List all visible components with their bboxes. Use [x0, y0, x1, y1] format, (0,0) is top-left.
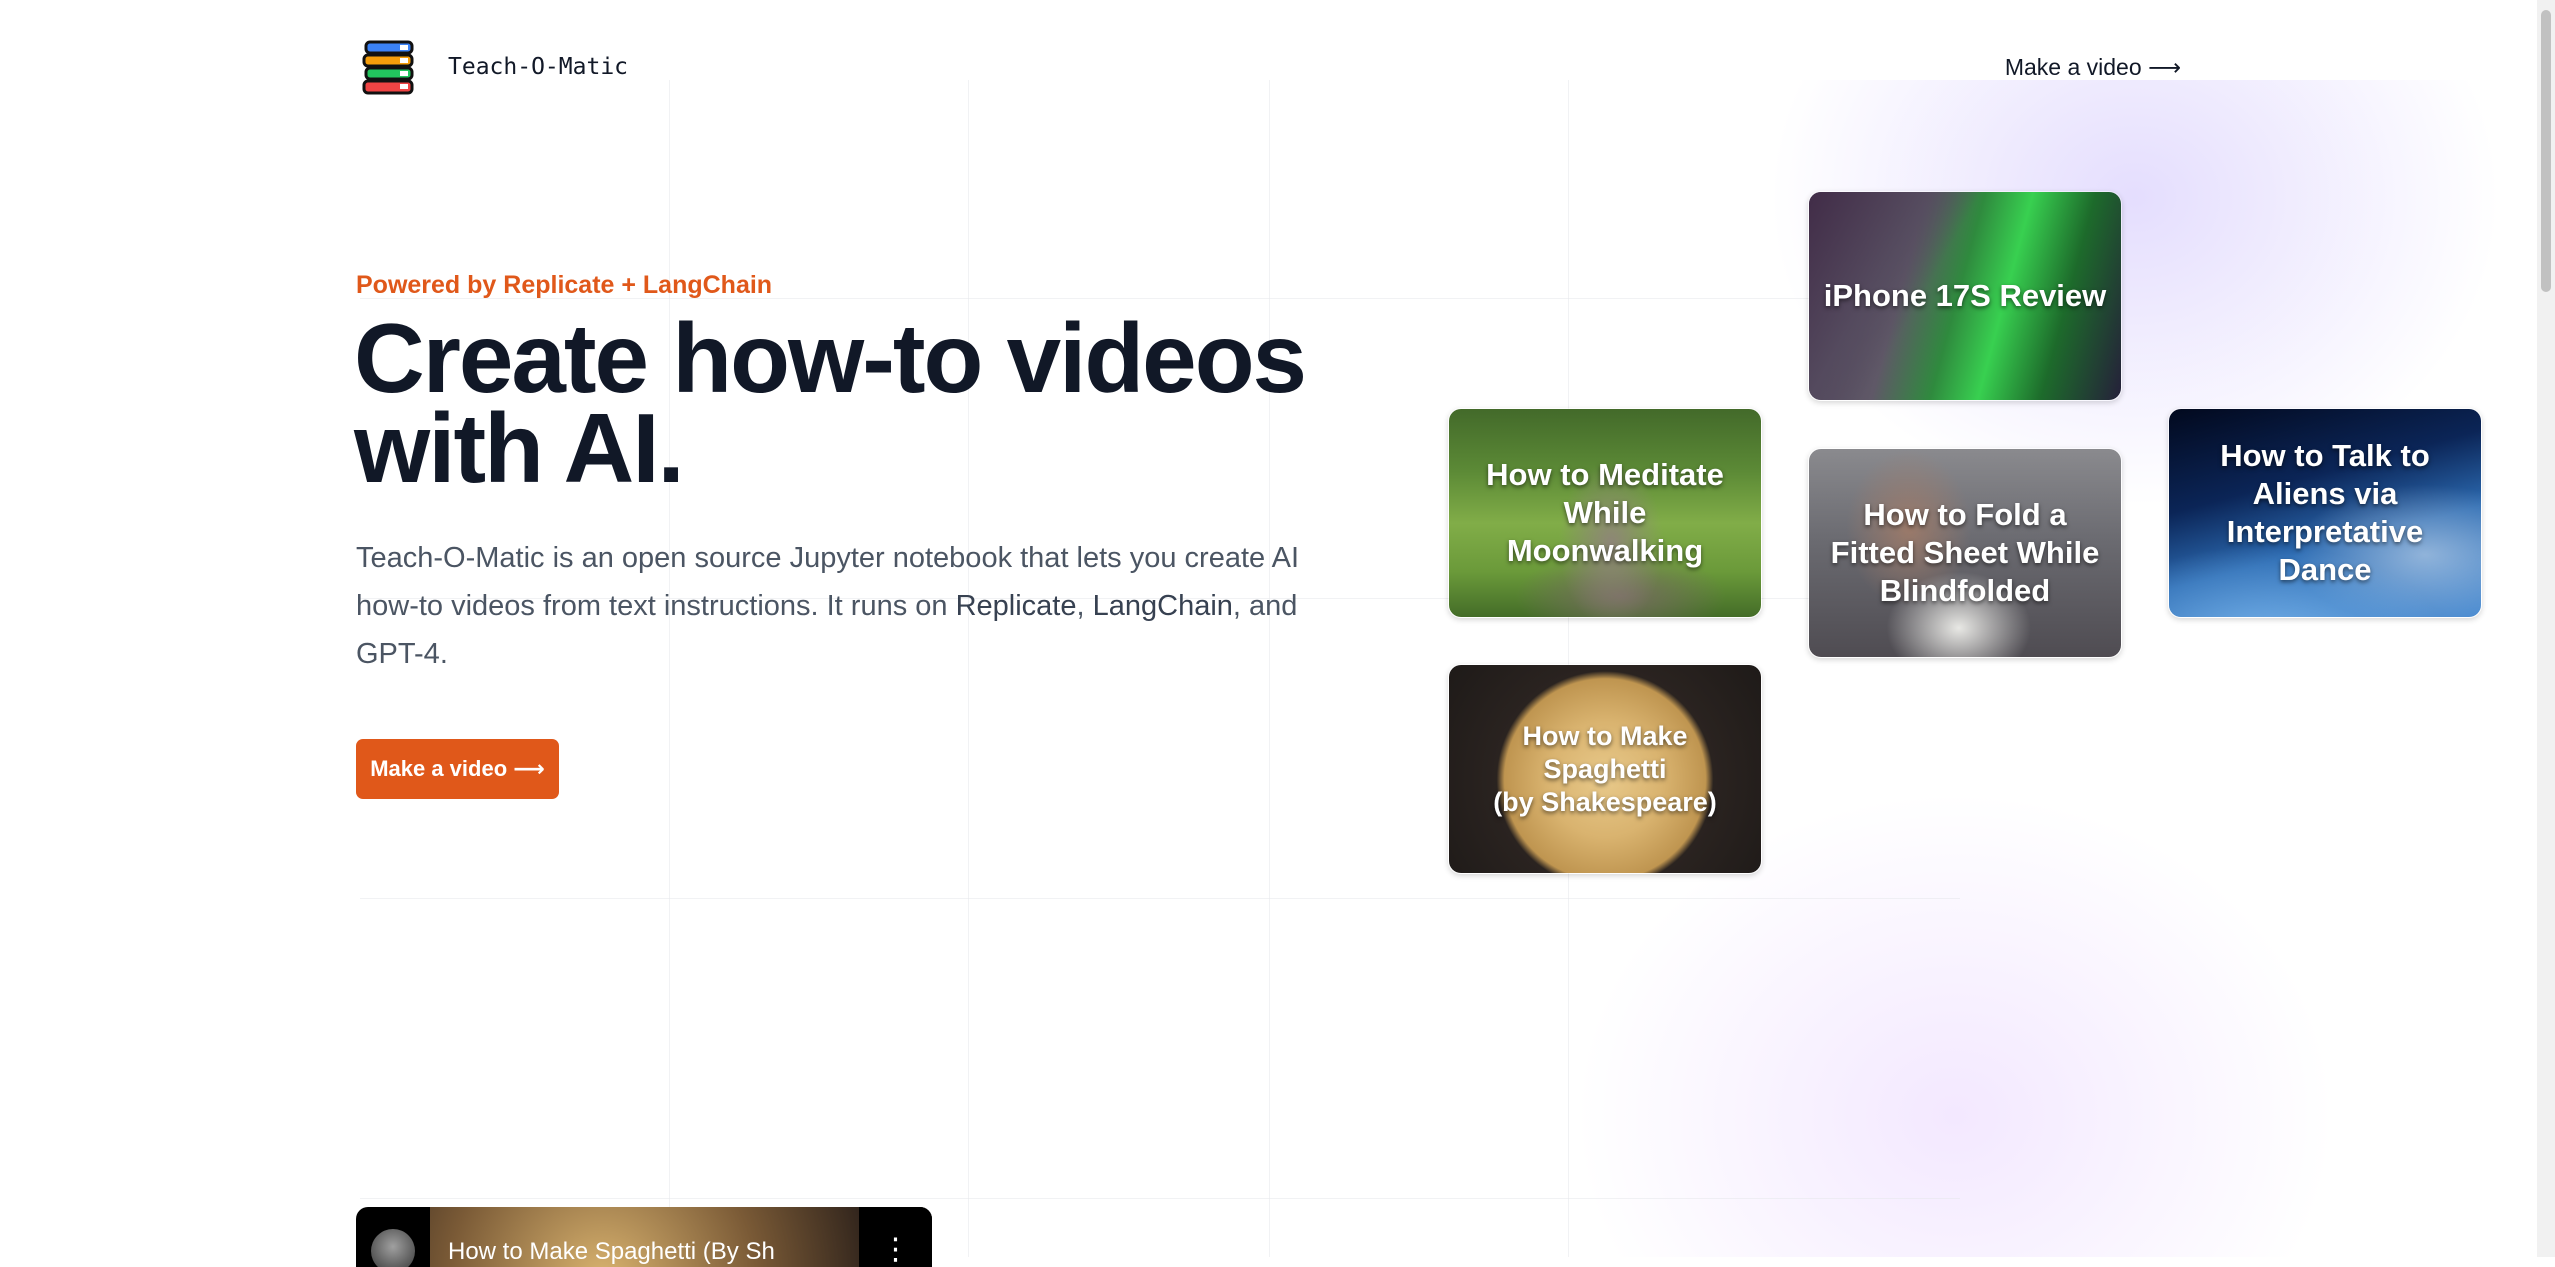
- logo-link[interactable]: [360, 38, 420, 98]
- video-card-spaghetti[interactable]: How to Make Spaghetti (by Shakespeare): [1448, 664, 1762, 874]
- video-card-aliens[interactable]: How to Talk to Aliens via Interpretative…: [2168, 408, 2482, 618]
- background-grid-line: [360, 898, 1960, 899]
- video-card-title: How to Meditate While Moonwalking: [1486, 457, 1724, 568]
- video-card-fitted-sheet[interactable]: How to Fold a Fitted Sheet While Blindfo…: [1808, 448, 2122, 658]
- video-card-title-line-2: (by Shakespeare): [1493, 786, 1717, 817]
- video-card-meditate[interactable]: How to Meditate While Moonwalking: [1448, 408, 1762, 618]
- more-vertical-icon[interactable]: ⋮: [859, 1207, 932, 1267]
- background-grid-line: [360, 1198, 1960, 1199]
- stacked-books-logo-icon: [362, 40, 414, 95]
- video-card-iphone-review[interactable]: iPhone 17S Review: [1808, 191, 2122, 401]
- scrollbar-thumb[interactable]: [2541, 10, 2551, 292]
- gpt4-mention: GPT-4: [356, 638, 440, 670]
- video-card-title: iPhone 17S Review: [1823, 278, 2107, 313]
- langchain-mention: LangChain: [1092, 590, 1233, 622]
- brand-name: Teach-O-Matic: [448, 54, 629, 80]
- hero-title: Create how-to videos with AI.: [354, 309, 1354, 497]
- hero-eyebrow: Powered by Replicate + LangChain: [356, 271, 773, 299]
- embedded-video-player[interactable]: How to Make Spaghetti (By Sh ⋮: [356, 1207, 932, 1267]
- hero-description-period: .: [439, 638, 448, 670]
- video-card-title: How to Talk to Aliens via Interpretative…: [2220, 438, 2430, 587]
- hero-description-separator: ,: [1076, 590, 1093, 622]
- video-card-title: How to Fold a Fitted Sheet While Blindfo…: [1830, 497, 2100, 608]
- replicate-mention: Replicate: [955, 590, 1077, 622]
- hero-description-separator: , and: [1232, 590, 1298, 622]
- video-card-title-line-1: How to Make Spaghetti: [1522, 720, 1688, 784]
- hero-title-line-2: with AI.: [354, 393, 685, 503]
- page-scrollbar[interactable]: [2537, 0, 2555, 1257]
- channel-avatar[interactable]: [371, 1229, 415, 1267]
- make-video-button[interactable]: Make a video ⟶: [356, 739, 559, 799]
- video-card-title: How to Make Spaghetti (by Shakespeare): [1449, 665, 1761, 873]
- nav-make-video-link[interactable]: Make a video ⟶: [2005, 52, 2181, 82]
- hero-description: Teach-O-Matic is an open source Jupyter …: [356, 534, 1356, 678]
- embedded-video-title[interactable]: How to Make Spaghetti (By Sh: [448, 1237, 775, 1267]
